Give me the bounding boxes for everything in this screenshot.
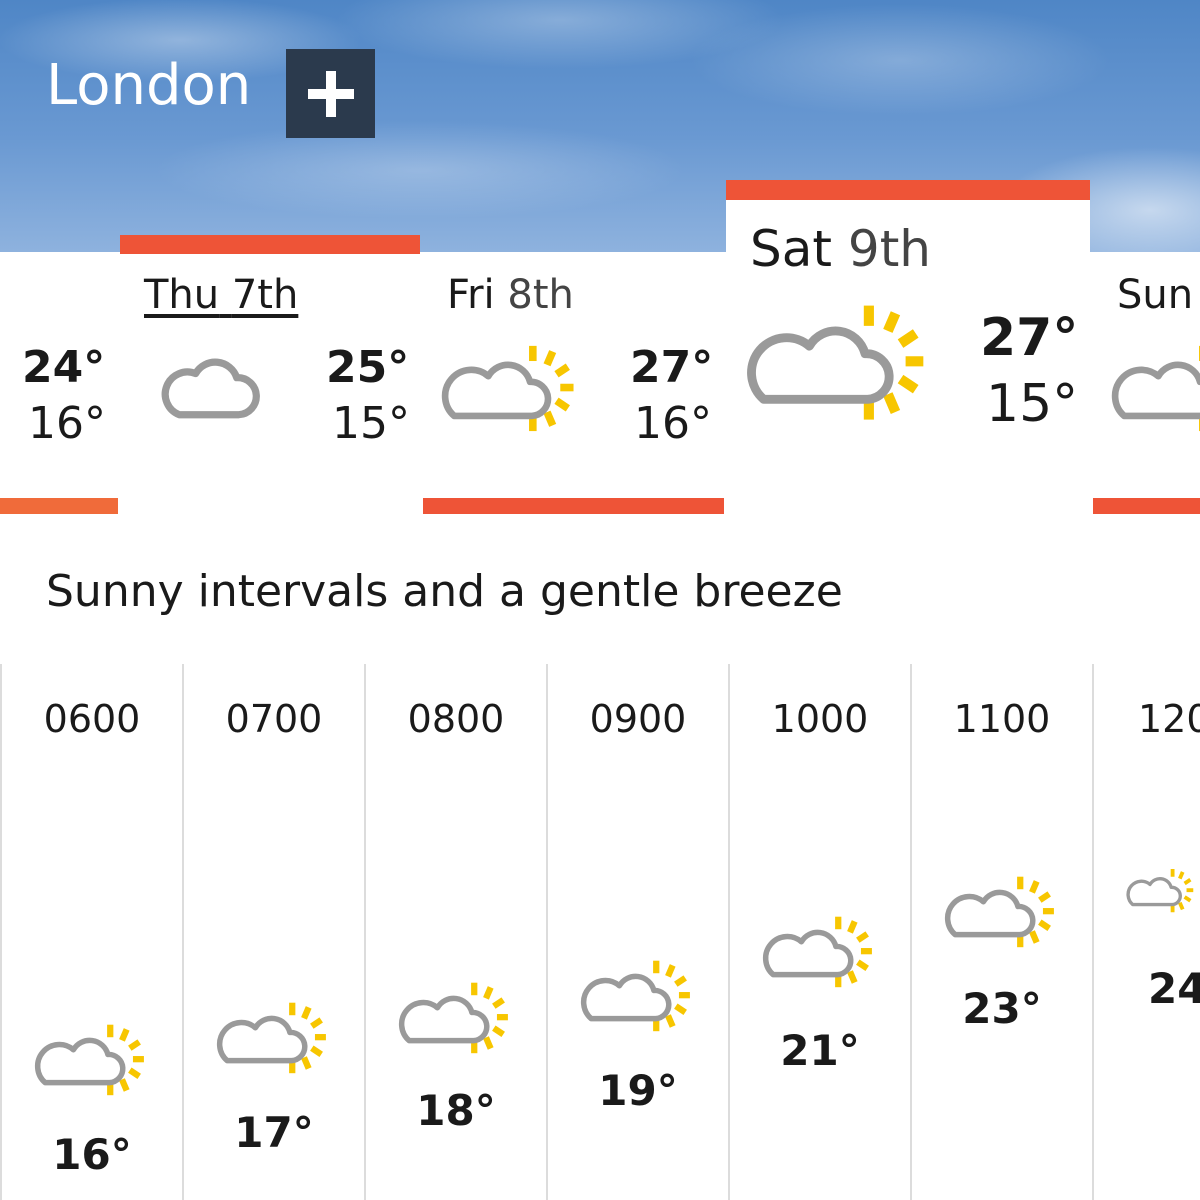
day-high-temp: 25°	[326, 342, 410, 393]
day-card-thu[interactable]: Thu 7th 25° 15°	[120, 235, 420, 517]
hour-divider	[546, 664, 548, 1200]
hour-time: 0900	[589, 697, 687, 741]
hour-divider	[1092, 664, 1094, 1200]
plus-icon	[307, 70, 354, 117]
day-high-temp: 27°	[980, 308, 1079, 368]
day-label[interactable]: Thu 7th	[144, 275, 298, 315]
hour-time: 0800	[407, 697, 505, 741]
add-location-button[interactable]	[286, 49, 375, 138]
day-card-sun[interactable]: Sun	[1093, 252, 1200, 514]
hour-divider	[728, 664, 730, 1200]
hour-temp: 21°	[780, 1026, 860, 1075]
hour-divider	[910, 664, 912, 1200]
sun-cloud-icon	[1126, 848, 1200, 942]
day-accent-bar	[423, 498, 724, 514]
sun-cloud-icon	[746, 298, 936, 450]
sun-cloud-icon	[398, 978, 516, 1072]
day-accent-bar	[1093, 498, 1200, 514]
day-name: Sun	[1117, 272, 1194, 318]
sun-cloud-icon	[1111, 340, 1200, 454]
day-low-temp: 15°	[986, 374, 1079, 434]
hour-temp: 16°	[52, 1130, 132, 1179]
day-name: Thu	[144, 272, 220, 318]
hour-time: 1000	[771, 697, 869, 741]
day-date: 9th	[847, 220, 931, 278]
day-date: 7th	[231, 272, 299, 318]
day-label[interactable]: Sat 9th	[750, 224, 931, 274]
sun-cloud-icon	[762, 912, 880, 1006]
day-high-temp: 27°	[630, 342, 714, 393]
hour-temp: 17°	[234, 1108, 314, 1157]
cloud-icon	[158, 353, 262, 425]
hour-temp: 18°	[416, 1086, 496, 1135]
sun-cloud-icon	[216, 998, 334, 1092]
hour-temp: 23°	[962, 984, 1042, 1033]
hour-time: 120	[1138, 697, 1200, 741]
sun-cloud-icon	[34, 1020, 152, 1114]
day-low-temp: 16°	[28, 398, 106, 449]
day-accent-bar	[726, 180, 1090, 200]
day-low-temp: 15°	[332, 398, 410, 449]
hour-divider	[0, 664, 2, 1200]
hour-time: 0700	[225, 697, 323, 741]
forecast-summary: Sunny intervals and a gentle breeze	[46, 566, 843, 617]
day-low-temp: 16°	[634, 398, 712, 449]
hour-temp: 24	[1148, 964, 1200, 1013]
day-label[interactable]: Fri 8th	[447, 275, 574, 315]
day-card-wed[interactable]: 24° 16°	[0, 252, 118, 514]
sun-cloud-icon	[944, 872, 1062, 966]
day-name: Sat	[750, 220, 832, 278]
day-accent-bar	[0, 498, 118, 514]
hour-time: 0600	[43, 697, 141, 741]
day-accent-bar	[120, 235, 420, 254]
day-date: 8th	[507, 272, 574, 318]
sun-cloud-icon	[580, 956, 698, 1050]
location-title: London	[46, 53, 252, 118]
day-card-fri[interactable]: Fri 8th 27° 16°	[423, 252, 724, 514]
sun-cloud-icon	[441, 340, 583, 454]
hour-time: 1100	[953, 697, 1051, 741]
day-name: Fri	[447, 272, 495, 318]
day-card-sat-selected[interactable]: Sat 9th 27° 15°	[726, 180, 1090, 520]
day-high-temp: 24°	[22, 342, 106, 393]
day-label[interactable]: Sun	[1117, 275, 1193, 315]
hour-temp: 19°	[598, 1066, 678, 1115]
